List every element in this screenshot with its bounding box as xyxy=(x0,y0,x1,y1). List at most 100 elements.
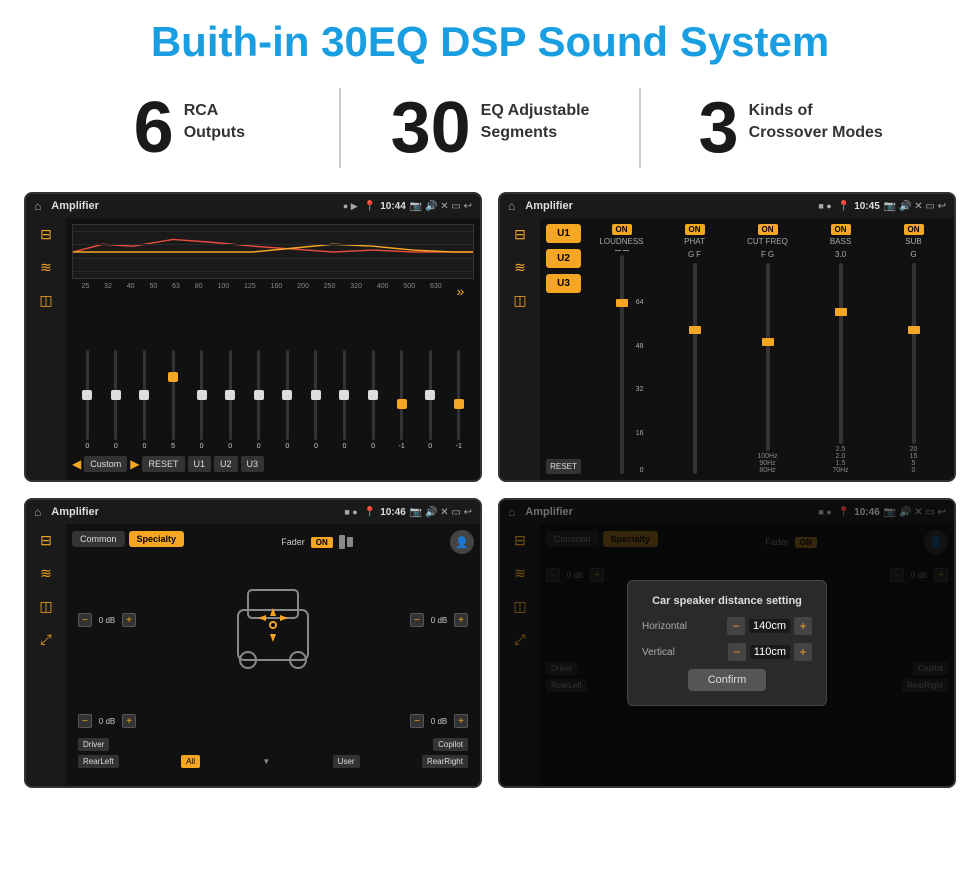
eq-slider-track[interactable] xyxy=(429,350,432,440)
fader-slider-mini-2[interactable] xyxy=(347,537,353,547)
fader-user-btn[interactable]: User xyxy=(333,755,360,768)
eq-u3-button[interactable]: U3 xyxy=(241,456,265,472)
eq-sidebar-speaker-icon[interactable]: ◫ xyxy=(39,292,52,309)
fader-driver-btn[interactable]: Driver xyxy=(78,738,109,751)
eq-slider-13[interactable]: -1 xyxy=(446,350,473,450)
fader-rearleft-btn[interactable]: RearLeft xyxy=(78,755,119,768)
eq-slider-thumb[interactable] xyxy=(197,390,207,400)
eq-slider-track[interactable] xyxy=(229,350,232,440)
eq-slider-thumb[interactable] xyxy=(339,390,349,400)
eq-slider-4[interactable]: 0 xyxy=(188,350,215,450)
eq-slider-thumb[interactable] xyxy=(397,399,407,409)
fader-sidebar-wave-icon[interactable]: ≋ xyxy=(40,565,52,582)
eq-slider-thumb[interactable] xyxy=(454,399,464,409)
fader-tab-common[interactable]: Common xyxy=(72,531,125,547)
eq-slider-12[interactable]: 0 xyxy=(417,350,444,450)
eq-slider-thumb[interactable] xyxy=(311,390,321,400)
channel-phat-thumb[interactable] xyxy=(689,326,701,334)
home-icon[interactable]: ⌂ xyxy=(508,199,515,213)
eq-slider-track[interactable] xyxy=(343,350,346,440)
fader-rearright-btn[interactable]: RearRight xyxy=(422,755,468,768)
crossover-sidebar-wave-icon[interactable]: ≋ xyxy=(514,259,526,276)
eq-slider-thumb[interactable] xyxy=(111,390,121,400)
channel-loudness-thumb[interactable] xyxy=(616,299,628,307)
eq-slider-track[interactable] xyxy=(400,350,403,440)
fader-fr-plus[interactable]: + xyxy=(454,613,468,627)
crossover-u1-button[interactable]: U1 xyxy=(546,224,581,243)
eq-reset-button[interactable]: RESET xyxy=(142,456,184,472)
eq-next-button[interactable]: ▶ xyxy=(130,457,139,471)
eq-slider-track[interactable] xyxy=(314,350,317,440)
dialog-confirm-button[interactable]: Confirm xyxy=(688,669,767,691)
eq-u2-button[interactable]: U2 xyxy=(214,456,238,472)
fader-fl-minus[interactable]: − xyxy=(78,613,92,627)
fader-sidebar-arrows-icon[interactable]: ⤢ xyxy=(40,631,51,648)
eq-u1-button[interactable]: U1 xyxy=(188,456,212,472)
channel-phat-on[interactable]: ON xyxy=(685,224,705,235)
fader-on-badge[interactable]: ON xyxy=(311,537,333,548)
channel-sub-slider[interactable] xyxy=(912,263,916,444)
fader-rr-plus[interactable]: + xyxy=(454,714,468,728)
channel-cutfreq-thumb[interactable] xyxy=(762,338,774,346)
eq-slider-thumb[interactable] xyxy=(139,390,149,400)
eq-slider-track[interactable] xyxy=(143,350,146,440)
crossover-u3-button[interactable]: U3 xyxy=(546,274,581,293)
eq-slider-thumb[interactable] xyxy=(282,390,292,400)
fader-copilot-btn[interactable]: Copilot xyxy=(433,738,468,751)
eq-slider-track[interactable] xyxy=(457,350,460,440)
eq-slider-track[interactable] xyxy=(257,350,260,440)
dialog-horizontal-plus[interactable]: + xyxy=(794,617,812,635)
eq-slider-10[interactable]: 0 xyxy=(360,350,387,450)
eq-slider-track[interactable] xyxy=(114,350,117,440)
fader-fr-minus[interactable]: − xyxy=(410,613,424,627)
eq-slider-thumb[interactable] xyxy=(254,390,264,400)
channel-loudness-on[interactable]: ON xyxy=(612,224,632,235)
fader-fl-plus[interactable]: + xyxy=(122,613,136,627)
fader-profile-icon[interactable]: 👤 xyxy=(450,530,474,554)
fader-rl-plus[interactable]: + xyxy=(122,714,136,728)
fader-tab-specialty[interactable]: Specialty xyxy=(129,531,185,547)
crossover-reset-button[interactable]: RESET xyxy=(546,459,581,474)
fader-sidebar-speaker-icon[interactable]: ◫ xyxy=(39,598,52,615)
eq-preset-label[interactable]: Custom xyxy=(84,456,127,472)
eq-slider-6[interactable]: 0 xyxy=(245,350,272,450)
eq-slider-2[interactable]: 0 xyxy=(131,350,158,450)
eq-slider-track[interactable] xyxy=(86,350,89,440)
eq-slider-thumb[interactable] xyxy=(368,390,378,400)
channel-bass-thumb[interactable] xyxy=(835,308,847,316)
eq-prev-button[interactable]: ◀ xyxy=(72,457,81,471)
eq-slider-thumb[interactable] xyxy=(225,390,235,400)
eq-sidebar-wave-icon[interactable]: ≋ xyxy=(40,259,52,276)
channel-phat-slider[interactable] xyxy=(693,263,697,474)
fader-sidebar-eq-icon[interactable]: ⊟ xyxy=(40,532,52,549)
crossover-sidebar-speaker-icon[interactable]: ◫ xyxy=(513,292,526,309)
eq-sidebar-equalizer-icon[interactable]: ⊟ xyxy=(40,226,52,243)
channel-loudness-slider[interactable]: 64 48 32 16 0 xyxy=(620,255,624,474)
eq-slider-track[interactable] xyxy=(372,350,375,440)
fader-all-btn[interactable]: All xyxy=(181,755,200,768)
home-icon[interactable]: ⌂ xyxy=(34,199,41,213)
fader-rl-minus[interactable]: − xyxy=(78,714,92,728)
eq-more-icon[interactable]: » xyxy=(457,283,465,299)
eq-slider-track[interactable] xyxy=(172,350,175,440)
eq-slider-11[interactable]: -1 xyxy=(388,350,415,450)
channel-cutfreq-slider[interactable] xyxy=(766,263,770,451)
eq-slider-7[interactable]: 0 xyxy=(274,350,301,450)
eq-slider-thumb[interactable] xyxy=(425,390,435,400)
eq-slider-thumb[interactable] xyxy=(82,390,92,400)
eq-slider-3[interactable]: 5 xyxy=(160,350,187,450)
channel-sub-thumb[interactable] xyxy=(908,326,920,334)
home-icon[interactable]: ⌂ xyxy=(34,505,41,519)
eq-slider-5[interactable]: 0 xyxy=(217,350,244,450)
channel-bass-on[interactable]: ON xyxy=(831,224,851,235)
channel-bass-slider[interactable] xyxy=(839,263,843,444)
dialog-vertical-plus[interactable]: + xyxy=(794,643,812,661)
channel-sub-on[interactable]: ON xyxy=(904,224,924,235)
crossover-u2-button[interactable]: U2 xyxy=(546,249,581,268)
eq-slider-1[interactable]: 0 xyxy=(103,350,130,450)
dialog-horizontal-minus[interactable]: − xyxy=(727,617,745,635)
eq-slider-thumb[interactable] xyxy=(168,372,178,382)
fader-slider-mini-1[interactable] xyxy=(339,535,345,549)
crossover-sidebar-eq-icon[interactable]: ⊟ xyxy=(514,226,526,243)
dialog-vertical-minus[interactable]: − xyxy=(728,643,746,661)
